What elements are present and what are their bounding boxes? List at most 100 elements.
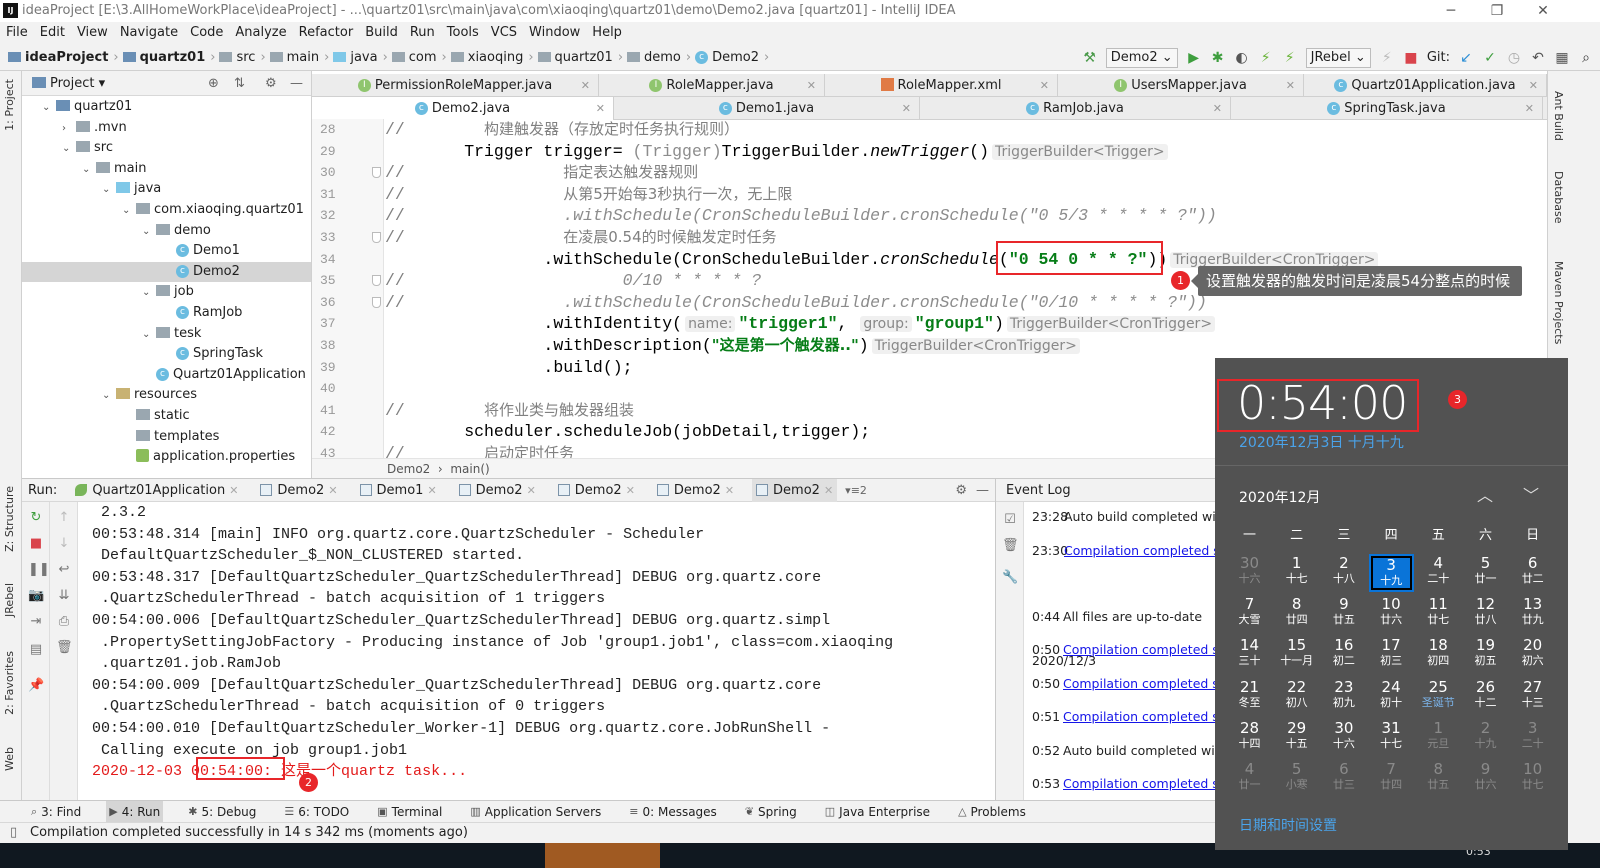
tool-window-server[interactable]: ▥ Application Servers	[467, 801, 604, 823]
tool-window-run[interactable]: ▶ 4: Run	[106, 800, 164, 823]
calendar-day[interactable]: 3 十九	[1368, 554, 1414, 592]
breadcrumb-item[interactable]: xiaoqing ›	[450, 44, 534, 70]
calendar-day[interactable]: 2 十九	[1463, 719, 1508, 757]
menu-window[interactable]: Window	[529, 22, 580, 44]
git-commit-icon[interactable]: ✓	[1482, 50, 1498, 66]
tree-item[interactable]: ⌄ com.xiaoqing.quartz01	[22, 200, 311, 221]
calendar-day[interactable]: 7 大雪	[1227, 595, 1272, 633]
dump-threads-icon[interactable]: 📷	[28, 588, 44, 604]
pin-icon[interactable]: 📌	[28, 678, 44, 694]
expanded-arrow-icon[interactable]: ⌄	[82, 160, 96, 181]
git-history-icon[interactable]: ◷	[1506, 50, 1522, 66]
collapse-all-icon[interactable]: ⇅	[234, 71, 245, 96]
tree-item[interactable]: static	[22, 406, 311, 427]
calendar-day[interactable]: 28 十四	[1227, 719, 1272, 757]
menu-tools[interactable]: Tools	[447, 22, 479, 44]
breadcrumb-item[interactable]: quartz01 ›	[537, 44, 623, 70]
calendar-day[interactable]: 10 廿七	[1510, 760, 1555, 798]
editor-tab[interactable]: RoleMapper.xml ✕	[825, 74, 1058, 97]
fold-marker-icon[interactable]	[372, 232, 381, 243]
calendar-day[interactable]: 16 初二	[1321, 636, 1366, 674]
calendar-day[interactable]: 8 廿五	[1416, 760, 1461, 798]
tree-item[interactable]: ⌄ quartz01	[22, 97, 311, 118]
pause-icon[interactable]: ❚❚	[28, 562, 50, 578]
close-button[interactable]: ✕	[1520, 0, 1566, 22]
menu-vcs[interactable]: VCS	[491, 22, 517, 44]
breadcrumb-item[interactable]: quartz01 ›	[122, 44, 215, 70]
breadcrumb-item[interactable]: main ›	[269, 44, 329, 70]
calendar-day[interactable]: 12 廿八	[1463, 595, 1508, 633]
calendar-day[interactable]: 5 廿一	[1463, 554, 1508, 592]
close-tab-icon[interactable]: ✕	[527, 484, 536, 497]
editor-tab[interactable]: c RamJob.java ✕	[920, 97, 1231, 120]
editor-tab[interactable]: c Demo2.java ✕	[312, 97, 614, 120]
jrebel-select[interactable]: JRebel ⌄	[1305, 47, 1371, 68]
calendar-day[interactable]: 7 廿四	[1369, 760, 1414, 798]
database-tool-button[interactable]: Database	[1552, 171, 1565, 224]
stop-icon[interactable]: ■	[1403, 50, 1419, 66]
build-hammer-icon[interactable]: ⚒	[1082, 50, 1098, 66]
calendar-day[interactable]: 21 冬至	[1227, 678, 1272, 716]
expanded-arrow-icon[interactable]: ⌄	[62, 139, 76, 160]
editor-tab[interactable]: I RoleMapper.java ✕	[599, 74, 825, 97]
tool-window-spring[interactable]: ❦ Spring	[742, 801, 800, 823]
menu-analyze[interactable]: Analyze	[235, 22, 286, 44]
menu-code[interactable]: Code	[190, 22, 223, 44]
tree-item[interactable]: c Quartz01Application	[22, 365, 311, 386]
run-hide-icon[interactable]: —	[976, 483, 989, 498]
fold-marker-icon[interactable]	[372, 167, 381, 179]
maven-tool-button[interactable]: Maven Projects	[1552, 261, 1565, 344]
close-tab-icon[interactable]: ✕	[1525, 97, 1534, 120]
breadcrumb-class[interactable]: Demo2	[387, 462, 430, 476]
stop-icon[interactable]: ■	[28, 536, 44, 552]
expanded-arrow-icon[interactable]: ⌄	[42, 98, 56, 119]
event-link[interactable]: Compilation completed su	[1063, 776, 1215, 791]
close-tab-icon[interactable]: ✕	[229, 484, 238, 497]
search-icon[interactable]: ⌕	[1578, 50, 1594, 66]
date-time-settings-link[interactable]: 日期和时间设置	[1239, 815, 1337, 835]
delete-icon[interactable]: 🗑	[1002, 538, 1019, 554]
breadcrumb-item[interactable]: c Demo2 ›	[695, 44, 769, 70]
editor-tab[interactable]: I PermissionRoleMapper.java ✕	[312, 74, 599, 97]
calendar-day[interactable]: 4 廿一	[1227, 760, 1272, 798]
calendar-day[interactable]: 20 初六	[1510, 636, 1555, 674]
expanded-arrow-icon[interactable]: ⌄	[142, 283, 156, 304]
wrench-icon[interactable]: 🔧	[1002, 570, 1018, 586]
calendar-day[interactable]: 19 初五	[1463, 636, 1508, 674]
tool-window-javaee[interactable]: ◫ Java Enterprise	[822, 801, 933, 823]
scroll-to-end-icon[interactable]: ⇊	[56, 588, 72, 604]
calendar-day[interactable]: 25 圣诞节	[1416, 678, 1461, 716]
tool-window-list[interactable]: ☰ 6: TODO	[281, 801, 352, 823]
tree-item[interactable]: c SpringTask	[22, 344, 311, 365]
tree-item[interactable]: templates	[22, 427, 311, 448]
jrebel-tool-button[interactable]: JRebel	[3, 583, 16, 617]
taskbar-active-app[interactable]	[545, 843, 660, 868]
calendar-day[interactable]: 17 初三	[1369, 636, 1414, 674]
expanded-arrow-icon[interactable]: ⌄	[142, 325, 156, 346]
run-settings-gear-icon[interactable]: ⚙	[955, 483, 967, 498]
menu-file[interactable]: File	[6, 22, 28, 44]
calendar-month[interactable]: 2020年12月	[1239, 487, 1320, 507]
scroll-down-icon[interactable]: ↓	[56, 536, 72, 552]
jrebel-run-icon[interactable]: ⚡	[1258, 50, 1274, 66]
calendar-day[interactable]: 9 廿六	[1463, 760, 1508, 798]
calendar-day[interactable]: 1 十七	[1274, 554, 1319, 592]
scroll-up-icon[interactable]: ↑	[56, 510, 72, 526]
tool-window-warning[interactable]: △ Problems	[955, 801, 1029, 823]
editor-tab[interactable]: c Demo1.java ✕	[614, 97, 920, 120]
run-tab[interactable]: Demo2 ✕	[455, 479, 540, 502]
calendar-day[interactable]: 30 十六	[1321, 719, 1366, 757]
close-tab-icon[interactable]: ✕	[328, 484, 337, 497]
breadcrumb-item[interactable]: java ›	[333, 44, 388, 70]
layout-icon[interactable]: ▤	[28, 642, 44, 658]
tree-item[interactable]: c Demo1	[22, 241, 311, 262]
expanded-arrow-icon[interactable]: ⌄	[102, 386, 116, 407]
event-link[interactable]: Compilation completed su	[1063, 642, 1215, 657]
calendar-day[interactable]: 13 廿九	[1510, 595, 1555, 633]
tree-item[interactable]: application.properties	[22, 447, 311, 468]
close-tab-icon[interactable]: ✕	[1213, 97, 1222, 120]
run-tab[interactable]: Demo1 ✕	[356, 479, 441, 502]
run-tab[interactable]: Demo2 ✕	[653, 479, 738, 502]
menu-build[interactable]: Build	[365, 22, 398, 44]
close-tab-icon[interactable]: ✕	[1286, 74, 1295, 97]
